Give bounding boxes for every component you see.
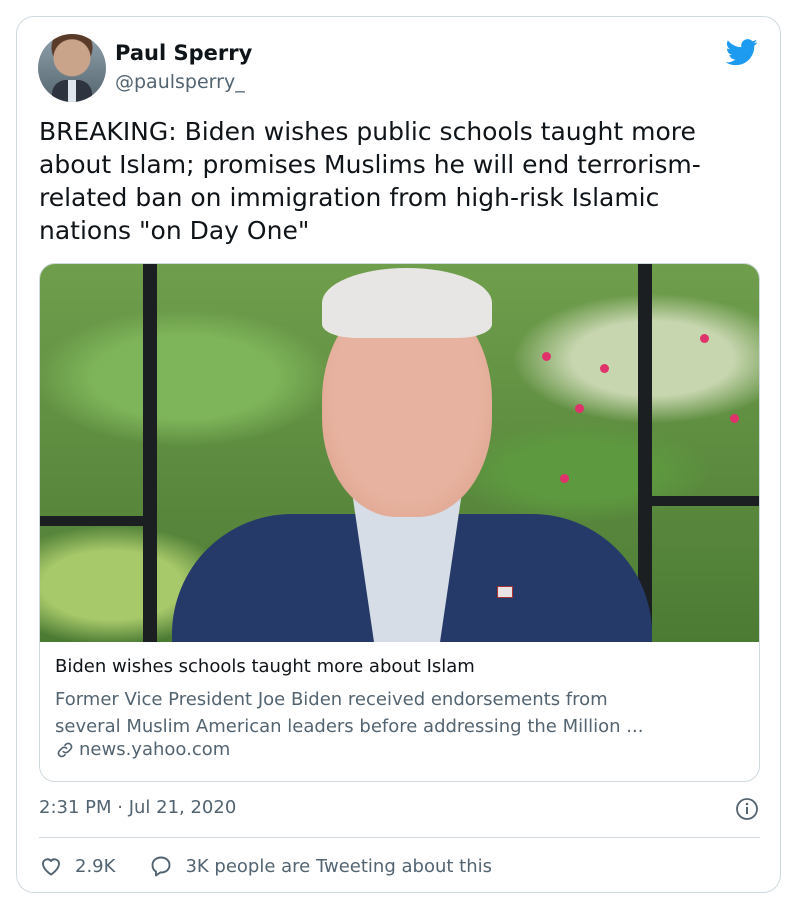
flower bbox=[560, 474, 569, 483]
tweet-actions: 2.9K 3K people are Tweeting about this bbox=[39, 853, 492, 879]
avatar-shirt bbox=[68, 80, 76, 102]
tweet-timestamp[interactable]: 2:31 PM · Jul 21, 2020 bbox=[39, 797, 236, 818]
conversation-text: 3K people are Tweeting about this bbox=[185, 855, 492, 877]
info-icon[interactable] bbox=[735, 797, 759, 821]
window-frame-crossbar-left bbox=[40, 516, 157, 526]
flower bbox=[700, 334, 709, 343]
link-preview-card[interactable]: Biden wishes schools taught more about I… bbox=[39, 263, 760, 782]
link-card-title: Biden wishes schools taught more about I… bbox=[55, 656, 475, 677]
tweet-card[interactable]: Paul Sperry @paulsperry_ BREAKING: Biden… bbox=[16, 16, 781, 893]
flag-pin bbox=[497, 586, 513, 598]
link-icon bbox=[57, 742, 73, 757]
person-hair bbox=[322, 268, 492, 338]
window-frame-crossbar-right bbox=[638, 496, 759, 506]
author-handle[interactable]: @paulsperry_ bbox=[115, 71, 245, 93]
conversation-action[interactable]: 3K people are Tweeting about this bbox=[149, 854, 492, 878]
window-frame-left bbox=[143, 264, 157, 642]
link-card-description-line: several Muslim American leaders before a… bbox=[55, 716, 644, 737]
link-card-description: Former Vice President Joe Biden received… bbox=[55, 686, 750, 740]
speech-bubble-icon bbox=[151, 856, 171, 877]
divider bbox=[39, 837, 760, 838]
flower bbox=[730, 414, 739, 423]
avatar[interactable] bbox=[38, 34, 106, 102]
tweet-text: BREAKING: Biden wishes public schools ta… bbox=[39, 117, 701, 245]
author-display-name[interactable]: Paul Sperry bbox=[115, 41, 252, 65]
like-count: 2.9K bbox=[75, 855, 116, 877]
link-card-domain: news.yahoo.com bbox=[55, 739, 230, 760]
flower bbox=[575, 404, 584, 413]
link-card-domain-text: news.yahoo.com bbox=[79, 739, 231, 760]
flower bbox=[542, 352, 551, 361]
like-action[interactable]: 2.9K bbox=[39, 854, 115, 878]
heart-icon bbox=[42, 858, 60, 876]
twitter-bird-icon[interactable] bbox=[726, 39, 758, 66]
link-card-description-line: Former Vice President Joe Biden received… bbox=[55, 689, 608, 710]
flower bbox=[600, 364, 609, 373]
link-preview-image bbox=[40, 264, 759, 642]
